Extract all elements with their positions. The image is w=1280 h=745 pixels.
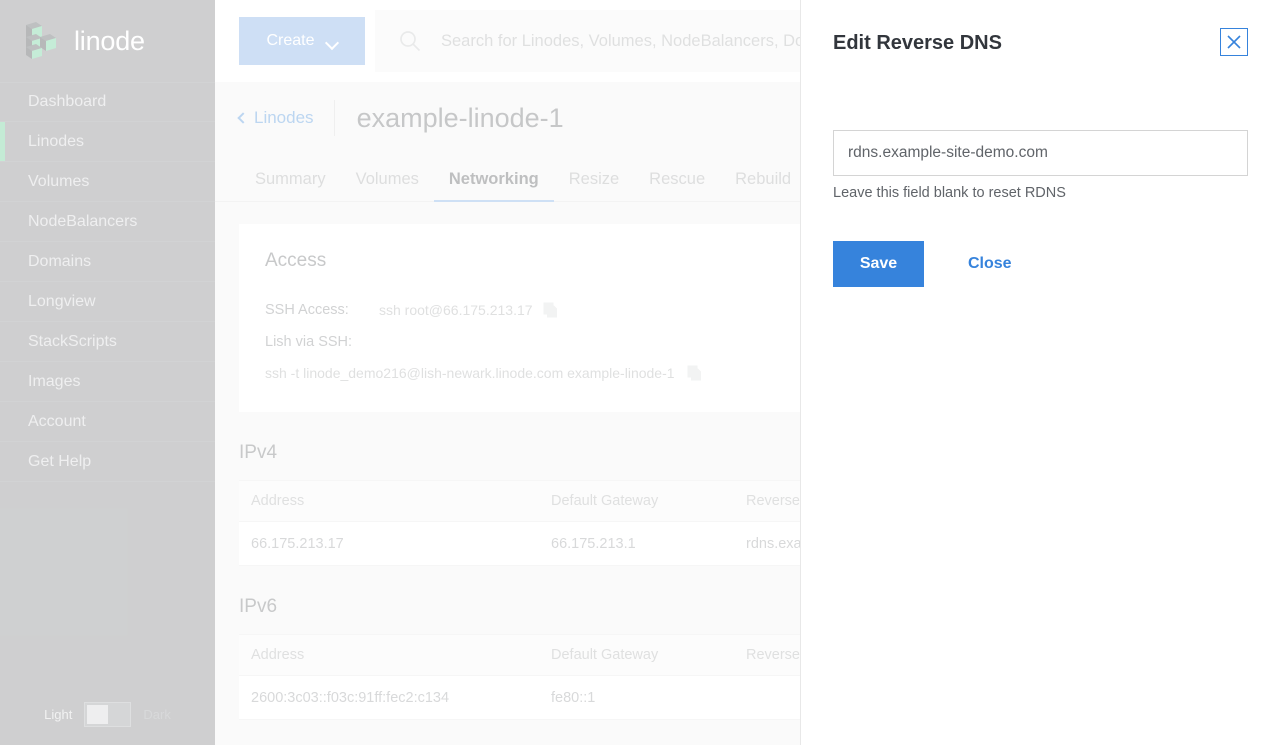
sidebar-nav: Dashboard Linodes Volumes NodeBalancers … xyxy=(0,82,215,482)
ipv6-address: 2600:3c03::f03c:91ff:fec2:c134 xyxy=(239,690,539,706)
tab-label: Rescue xyxy=(649,170,705,188)
tab-label: Volumes xyxy=(356,170,419,188)
tab-resize[interactable]: Resize xyxy=(554,170,634,201)
theme-switch-knob xyxy=(87,705,108,724)
lish-access-label: Lish via SSH: xyxy=(265,334,369,350)
ipv6-gateway: fe80::1 xyxy=(539,690,734,706)
sidebar-item-label: Account xyxy=(28,413,86,431)
theme-switch[interactable] xyxy=(84,702,131,727)
chevron-down-icon xyxy=(327,38,338,45)
sidebar-item-longview[interactable]: Longview xyxy=(0,282,215,322)
tab-label: Rebuild xyxy=(735,170,791,188)
sidebar-item-get-help[interactable]: Get Help xyxy=(0,442,215,482)
sidebar-item-images[interactable]: Images xyxy=(0,362,215,402)
breadcrumb-back-label: Linodes xyxy=(254,108,314,128)
tab-networking[interactable]: Networking xyxy=(434,170,554,201)
column-header-address: Address xyxy=(239,493,539,509)
linode-logo-icon xyxy=(20,21,64,61)
ssh-access-label: SSH Access: xyxy=(265,302,369,318)
close-button[interactable] xyxy=(1220,28,1248,56)
close-icon xyxy=(1226,34,1242,50)
sidebar-item-label: Longview xyxy=(28,293,96,311)
sidebar-item-label: Images xyxy=(28,373,80,391)
create-button-label: Create xyxy=(266,32,314,50)
chevron-left-icon xyxy=(237,112,248,123)
tab-label: Resize xyxy=(569,170,619,188)
tab-rebuild[interactable]: Rebuild xyxy=(720,170,806,201)
sidebar-item-label: StackScripts xyxy=(28,333,117,351)
sidebar-item-linodes[interactable]: Linodes xyxy=(0,122,215,162)
sidebar-item-label: Get Help xyxy=(28,453,91,471)
brand-logo[interactable]: linode xyxy=(0,0,215,82)
theme-toggle[interactable]: Light Dark xyxy=(0,683,215,745)
page-title: example-linode-1 xyxy=(335,103,564,134)
rdns-help-text: Leave this field blank to reset RDNS xyxy=(833,185,1248,201)
ipv4-address: 66.175.213.17 xyxy=(239,536,539,552)
edit-reverse-dns-drawer: Edit Reverse DNS Leave this field blank … xyxy=(800,0,1280,745)
tab-volumes[interactable]: Volumes xyxy=(341,170,434,201)
sidebar-item-account[interactable]: Account xyxy=(0,402,215,442)
drawer-header: Edit Reverse DNS xyxy=(833,28,1248,72)
column-header-gateway: Default Gateway xyxy=(539,647,734,663)
sidebar: linode Dashboard Linodes Volumes NodeBal… xyxy=(0,0,215,745)
search-input-placeholder: Search for Linodes, Volumes, NodeBalance… xyxy=(441,32,840,51)
tab-summary[interactable]: Summary xyxy=(240,170,341,201)
sidebar-item-label: Domains xyxy=(28,253,91,271)
copy-icon[interactable] xyxy=(543,302,558,318)
lish-access-value: ssh -t linode_demo216@lish-newark.linode… xyxy=(265,365,675,381)
column-header-gateway: Default Gateway xyxy=(539,493,734,509)
sidebar-item-dashboard[interactable]: Dashboard xyxy=(0,82,215,122)
theme-dark-label: Dark xyxy=(143,707,170,722)
sidebar-item-stackscripts[interactable]: StackScripts xyxy=(0,322,215,362)
tab-label: Networking xyxy=(449,170,539,188)
ipv4-gateway: 66.175.213.1 xyxy=(539,536,734,552)
breadcrumb-back-link[interactable]: Linodes xyxy=(227,108,334,128)
sidebar-item-label: Volumes xyxy=(28,173,89,191)
tab-rescue[interactable]: Rescue xyxy=(634,170,720,201)
app-root: linode Dashboard Linodes Volumes NodeBal… xyxy=(0,0,1280,745)
sidebar-item-domains[interactable]: Domains xyxy=(0,242,215,282)
sidebar-item-label: Dashboard xyxy=(28,93,106,111)
drawer-title: Edit Reverse DNS xyxy=(833,28,1002,58)
sidebar-item-label: NodeBalancers xyxy=(28,213,137,231)
sidebar-item-label: Linodes xyxy=(28,133,84,151)
sidebar-item-volumes[interactable]: Volumes xyxy=(0,162,215,202)
theme-light-label: Light xyxy=(44,707,72,722)
column-header-address: Address xyxy=(239,647,539,663)
rdns-field-group: Leave this field blank to reset RDNS xyxy=(833,130,1248,201)
ssh-access-value: ssh root@66.175.213.17 xyxy=(379,302,533,318)
copy-icon[interactable] xyxy=(687,365,702,381)
search-icon xyxy=(399,30,421,52)
brand-name: linode xyxy=(74,26,145,57)
tab-label: Summary xyxy=(255,170,326,188)
drawer-actions: Save Close xyxy=(833,241,1248,287)
sidebar-item-nodebalancers[interactable]: NodeBalancers xyxy=(0,202,215,242)
rdns-input[interactable] xyxy=(833,130,1248,176)
save-button[interactable]: Save xyxy=(833,241,924,287)
close-link-button[interactable]: Close xyxy=(968,255,1012,273)
create-button[interactable]: Create xyxy=(239,17,365,65)
